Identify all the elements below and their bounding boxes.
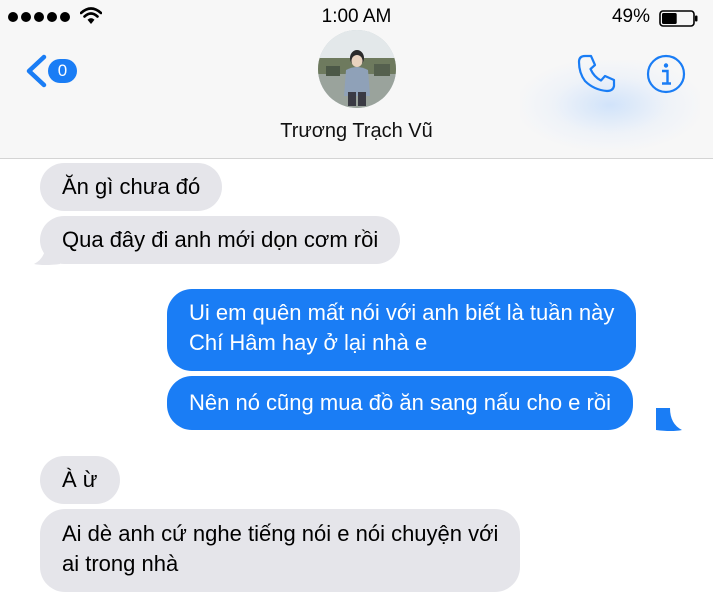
message-bubble-received[interactable]: Qua đây đi anh mới dọn cơm rồi <box>40 216 401 264</box>
unread-count-badge[interactable]: 0 <box>48 59 77 83</box>
status-bar: 1:00 AM 49% <box>0 4 713 28</box>
bubble-tail <box>34 242 60 265</box>
message-bubble-sent[interactable]: Nên nó cũng mua đồ ăn sang nấu cho e rồi <box>167 376 633 430</box>
bubble-tail <box>656 408 682 431</box>
phone-icon[interactable] <box>576 52 618 94</box>
message-bubble-received[interactable]: Ăn gì chưa đó <box>40 163 223 211</box>
message-text-line: Ai dè anh cứ nghe tiếng nói e nói chuyện… <box>62 521 499 546</box>
message-text: À ừ <box>62 467 98 492</box>
message-bubble-received[interactable]: Ai dè anh cứ nghe tiếng nói e nói chuyện… <box>40 509 521 592</box>
message-text: Qua đây đi anh mới dọn cơm rồi <box>62 227 379 252</box>
conversation-header: 1:00 AM 49% 0 Trương Trạch Vũ <box>0 0 713 159</box>
message-text: Ăn gì chưa đó <box>62 174 201 199</box>
info-icon[interactable] <box>646 54 686 94</box>
chevron-left-icon[interactable] <box>24 54 48 88</box>
message-text-line: ai trong nhà <box>62 551 179 576</box>
message-text-line: Chí Hâm hay ở lại nhà e <box>189 330 428 355</box>
message-bubble-received[interactable]: À ừ <box>40 456 120 504</box>
contact-avatar[interactable] <box>318 30 396 108</box>
contact-name[interactable]: Trương Trạch Vũ <box>0 120 713 143</box>
message-text-line: Ui em quên mất nói với anh biết là tuần … <box>189 300 615 325</box>
message-text: Nên nó cũng mua đồ ăn sang nấu cho e rồi <box>189 390 611 415</box>
battery-icon <box>659 10 698 27</box>
message-bubble-sent[interactable]: Ui em quên mất nói với anh biết là tuần … <box>167 289 637 371</box>
status-time: 1:00 AM <box>321 6 392 27</box>
battery-percent: 49% <box>611 6 650 27</box>
